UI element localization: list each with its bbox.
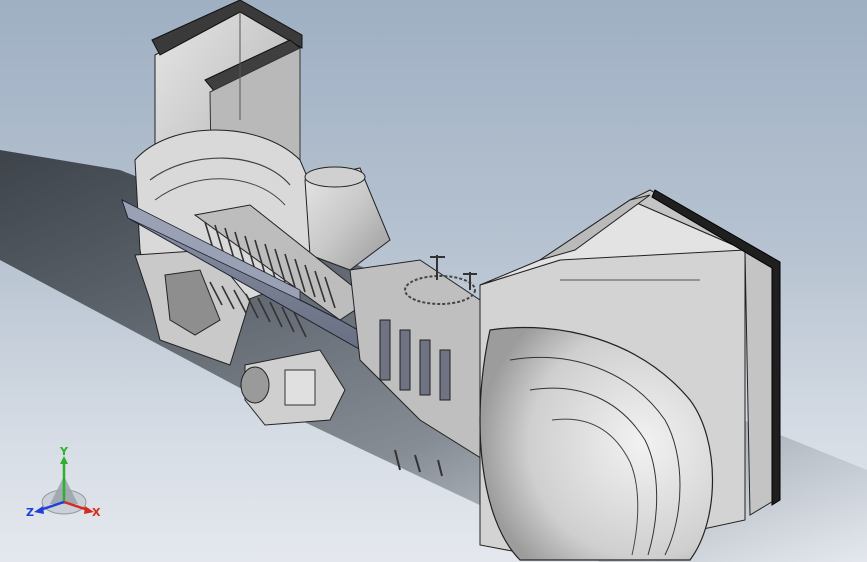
z-axis-arrow [34, 506, 44, 514]
exhaust-diffuser [479, 249, 746, 561]
z-axis-label: Z [26, 506, 34, 519]
graphics-viewport[interactable]: Y X Z [0, 0, 867, 562]
gas-turbine-cutaway-model[interactable] [0, 0, 867, 562]
x-axis-label: X [92, 506, 101, 519]
y-axis-label: Y [59, 446, 69, 458]
combustor-can [304, 166, 391, 271]
view-orientation-triad[interactable]: Y X Z [24, 445, 108, 526]
